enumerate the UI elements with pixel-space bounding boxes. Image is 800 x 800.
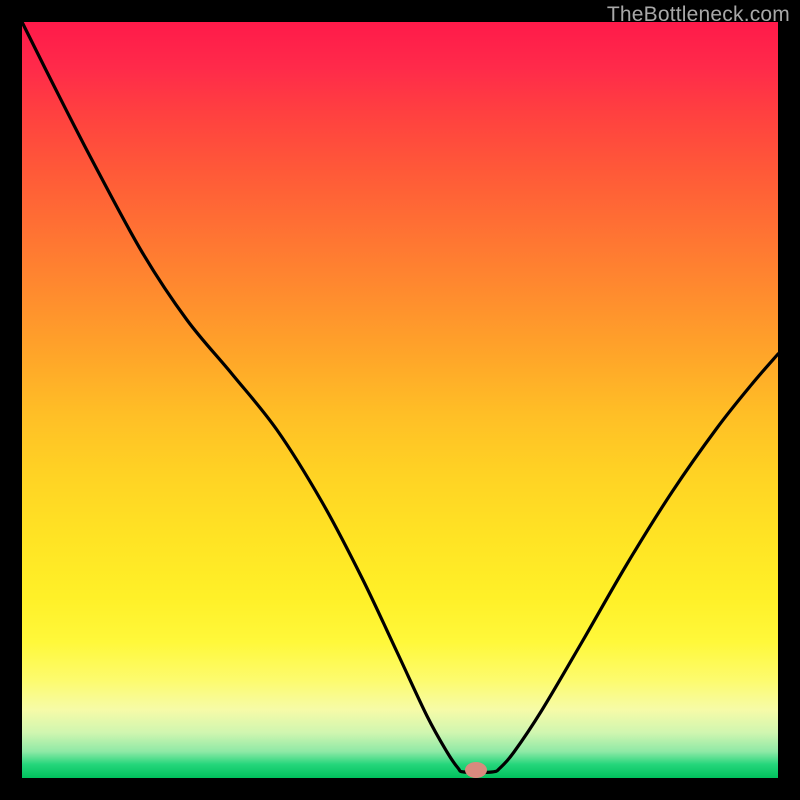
plot-area — [22, 22, 778, 778]
chart-frame: TheBottleneck.com — [0, 0, 800, 800]
optimum-marker — [465, 762, 487, 778]
bottleneck-curve — [22, 22, 778, 773]
chart-svg — [22, 22, 778, 778]
watermark-label: TheBottleneck.com — [607, 3, 790, 27]
